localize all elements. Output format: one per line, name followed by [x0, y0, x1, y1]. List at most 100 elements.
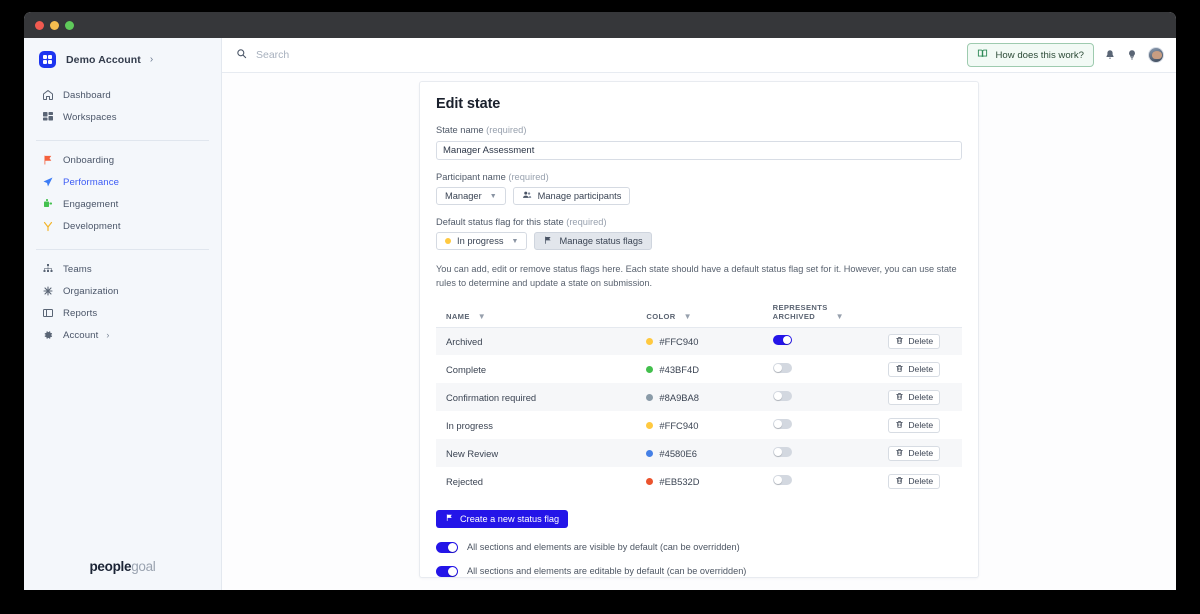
table-head: NAME ▼ COLOR ▼ REPRESENTS ARCHIVED ▼ — [436, 302, 962, 328]
column-header-name-label: NAME — [446, 311, 470, 321]
represents-archived-toggle[interactable] — [772, 391, 792, 401]
puzzle-icon — [41, 198, 54, 211]
account-switcher[interactable]: Demo Account › — [24, 38, 221, 81]
topbar-actions: How does this work? — [967, 43, 1164, 67]
cell-represents-archived — [772, 439, 889, 467]
page-title: Edit state — [436, 96, 501, 112]
window-minimize-button[interactable] — [50, 20, 59, 30]
delete-flag-button[interactable]: Delete — [888, 361, 941, 377]
cell-actions: Delete — [888, 383, 962, 411]
cell-flag-name: Confirmation required — [446, 391, 537, 403]
sidebar-item-performance[interactable]: Performance — [24, 173, 221, 191]
chevron-down-icon: ▼ — [511, 237, 519, 245]
search-container[interactable] — [236, 46, 967, 64]
sidebar-item-account[interactable]: Account › — [24, 326, 221, 344]
chevron-down-icon: ▼ — [477, 311, 487, 321]
sidebar-item-workspaces[interactable]: Workspaces — [24, 108, 221, 126]
bell-icon[interactable] — [1104, 49, 1116, 61]
delete-flag-button[interactable]: Delete — [888, 389, 941, 405]
sidebar-item-label: Engagement — [63, 198, 119, 210]
sidebar-item-development[interactable]: Development — [24, 217, 221, 235]
editable-by-default-label: All sections and elements are editable b… — [467, 566, 747, 576]
column-header-represents-archived[interactable]: REPRESENTS ARCHIVED ▼ — [772, 302, 889, 328]
table-row: Rejected #EB532D Delete — [436, 467, 962, 495]
sidebar-item-reports[interactable]: Reports — [24, 304, 221, 322]
represents-archived-toggle[interactable] — [772, 419, 792, 429]
manage-participants-label: Manage participants — [537, 191, 622, 201]
trash-icon — [895, 420, 904, 431]
window-maximize-button[interactable] — [65, 20, 74, 30]
flag-icon — [445, 513, 454, 524]
search-input[interactable] — [256, 49, 516, 61]
delete-flag-button[interactable]: Delete — [888, 417, 941, 433]
avatar[interactable] — [1148, 47, 1164, 63]
column-header-name[interactable]: NAME ▼ — [436, 302, 647, 328]
participant-select[interactable]: Manager ▼ — [436, 187, 506, 205]
save-changes-button[interactable]: Save changes — [436, 589, 529, 590]
editable-by-default-toggle[interactable] — [436, 565, 458, 577]
cell-represents-archived — [772, 467, 889, 495]
represents-archived-toggle[interactable] — [772, 475, 792, 485]
flag-icon — [41, 154, 54, 167]
top-bar: How does this work? — [222, 38, 1176, 73]
cancel-changes-button[interactable]: Cancel changes — [627, 589, 729, 590]
main-area: How does this work? Edit state State nam — [222, 38, 1176, 590]
manage-status-flags-button[interactable]: Manage status flags — [534, 232, 652, 250]
delete-flag-button[interactable]: Delete — [888, 473, 941, 489]
sidebar-item-teams[interactable]: Teams — [24, 260, 221, 278]
table-row: Archived #FFC940 Delete — [436, 327, 962, 355]
represents-archived-toggle[interactable] — [772, 335, 792, 346]
visible-by-default-toggle[interactable] — [436, 541, 458, 553]
cell-flag-color: #FFC940 — [646, 411, 772, 439]
cell-actions: Delete — [888, 327, 962, 355]
state-name-label: State name (required) — [436, 125, 962, 135]
users-icon — [522, 190, 532, 202]
participant-select-value: Manager — [445, 191, 482, 201]
cell-flag-color: #EB532D — [646, 467, 772, 495]
represents-archived-toggle[interactable] — [772, 363, 792, 373]
cell-flag-color: #8A9BA8 — [646, 383, 772, 411]
color-swatch — [646, 393, 654, 401]
trash-icon — [895, 364, 904, 375]
sidebar-divider-1 — [36, 140, 209, 141]
brand-bold: people — [89, 559, 132, 574]
cell-flag-name: Rejected — [446, 475, 484, 487]
status-flags-table: NAME ▼ COLOR ▼ REPRESENTS ARCHIVED ▼ Arc… — [436, 302, 962, 495]
cell-flag-name: In progress — [446, 419, 493, 431]
how-does-this-work-button[interactable]: How does this work? — [967, 43, 1094, 67]
state-name-input[interactable] — [436, 141, 962, 160]
delete-flag-button[interactable]: Delete — [888, 445, 941, 461]
manage-participants-button[interactable]: Manage participants — [512, 187, 631, 205]
create-status-flag-button[interactable]: Create a new status flag — [436, 509, 569, 528]
teams-icon — [41, 263, 54, 276]
state-name-required-tag: (required) — [486, 125, 527, 135]
cell-flag-color: #4580E6 — [646, 439, 772, 467]
sidebar-item-onboarding[interactable]: Onboarding — [24, 151, 221, 169]
sidebar-item-organization[interactable]: Organization — [24, 282, 221, 300]
sidebar-item-engagement[interactable]: Engagement — [24, 195, 221, 213]
cell-represents-archived — [772, 411, 889, 439]
chevron-down-icon: ▼ — [835, 311, 844, 321]
visible-by-default-label: All sections and elements are visible by… — [467, 542, 740, 552]
trash-icon — [895, 392, 904, 403]
lightbulb-icon[interactable] — [1126, 49, 1138, 61]
sidebar-item-dashboard[interactable]: Dashboard — [24, 86, 221, 104]
cell-represents-archived — [772, 355, 889, 383]
sidebar-item-label: Teams — [63, 263, 92, 275]
status-color-dot — [445, 238, 451, 244]
delete-state-button[interactable]: Delete state — [535, 589, 621, 590]
sidebar-item-label: Organization — [63, 285, 119, 297]
column-header-color[interactable]: COLOR ▼ — [646, 302, 773, 328]
delete-flag-label: Delete — [908, 392, 934, 402]
default-flag-select[interactable]: In progress ▼ — [436, 232, 528, 250]
participant-required-tag: (required) — [508, 172, 549, 182]
default-flag-label: Default status flag for this state (requ… — [436, 217, 962, 227]
color-swatch — [646, 477, 654, 485]
search-icon — [236, 46, 247, 64]
home-icon — [41, 89, 54, 102]
represents-archived-toggle[interactable] — [772, 447, 792, 457]
window-close-button[interactable] — [35, 20, 44, 30]
delete-flag-label: Delete — [908, 364, 934, 374]
delete-flag-button[interactable]: Delete — [888, 333, 941, 349]
default-flag-controls: In progress ▼ Manage status flags — [436, 232, 962, 250]
